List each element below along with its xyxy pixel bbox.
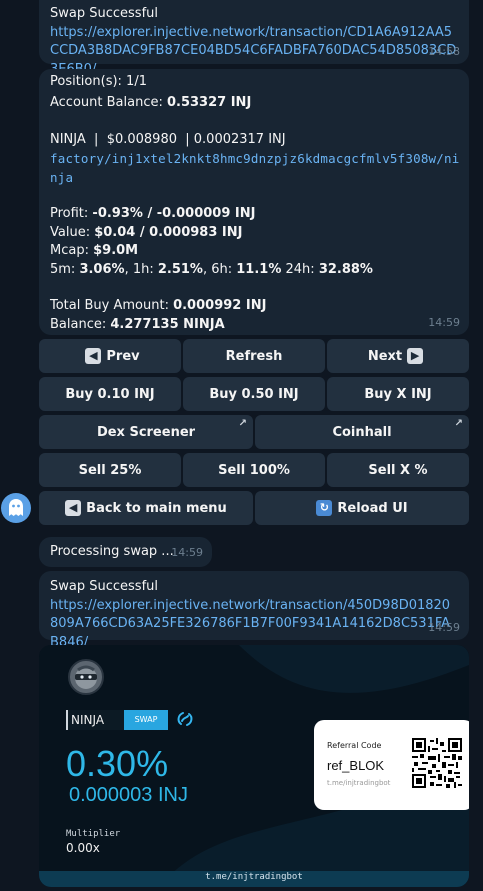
coinhall-button[interactable]: Coinhall ↗ [255,415,469,449]
prev-button[interactable]: ◀ Prev [39,339,181,373]
value-line: Value: $0.04 / 0.000983 INJ [50,224,243,240]
multiplier-label: Multiplier [66,829,121,839]
ninja-icon [75,665,97,689]
positions-line: Position(s): 1/1 [50,74,147,89]
card-footer-link: t.me/injtradingbot [205,872,303,882]
arrow-right-icon: ▶ [407,348,424,364]
message-time: 14:59 [428,620,460,634]
referral-link: t.me/injtradingbot [327,779,391,787]
bot-avatar[interactable] [1,493,31,523]
message-time: 14:59 [171,545,203,559]
refresh-button[interactable]: Refresh [183,339,325,373]
pnl-card-image[interactable]: NINJA SWAP 0.30% 0.000003 INJ Multiplier… [39,645,469,887]
price-change-line: 5m: 3.06%, 1h: 2.51%, 6h: 11.1% 24h: 32.… [50,261,373,277]
referral-card: Referral Code ref_BLOK t.me/injtradingbo… [314,720,469,810]
external-link-icon: ↗ [238,418,247,429]
sell-x-button[interactable]: Sell X % [327,453,469,487]
message-time: 14:58 [428,44,460,58]
reload-ui-button[interactable]: ↻ Reload UI [255,491,469,525]
token-address[interactable]: factory/inj1xtel2knkt8hmc9dnzpjz6kdmacgc… [50,149,462,187]
multiplier-value: 0.00x [66,841,100,855]
buy-010-button[interactable]: Buy 0.10 INJ [39,377,181,411]
reload-icon: ↻ [316,500,333,516]
mcap-line: Mcap: $9.0M [50,243,139,258]
external-link-icon: ↗ [454,418,463,429]
token-tag: NINJA [66,710,124,730]
message-position-info: Position(s): 1/1 Account Balance: 0.5332… [39,69,469,335]
token-line: NINJA | $0.008980 | 0.0002317 INJ [50,131,286,147]
profit-line: Profit: -0.93% / -0.000009 INJ [50,206,256,221]
sell-25-button[interactable]: Sell 25% [39,453,181,487]
processing-text: Processing swap ... [50,544,174,559]
message-title: Swap Successful [50,6,158,21]
message-swap-successful-1: Swap Successful https://explorer.injecti… [39,0,469,77]
transaction-link[interactable]: https://explorer.injective.network/trans… [50,598,450,650]
ninja-logo [68,659,104,695]
buy-x-button[interactable]: Buy X INJ [327,377,469,411]
injective-logo-icon [175,709,195,729]
pnl-percent: 0.30% [66,743,169,784]
arrow-left-icon: ◀ [65,500,82,516]
buy-050-button[interactable]: Buy 0.50 INJ [183,377,325,411]
referral-code: ref_BLOK [327,758,385,773]
next-button[interactable]: Next ▶ [327,339,469,373]
qr-code [412,738,462,788]
arrow-left-icon: ◀ [85,348,102,364]
back-to-main-menu-button[interactable]: ◀ Back to main menu [39,491,253,525]
pnl-amount: 0.000003 INJ [69,784,188,806]
message-time: 14:59 [428,315,460,329]
inline-keyboard: ◀ Prev Refresh Next ▶ Buy 0.10 INJ Buy 0.5… [39,339,469,527]
message-title: Swap Successful [50,579,158,594]
message-processing: Processing swap ... 14:59 [39,537,212,567]
dex-screener-button[interactable]: Dex Screener ↗ [39,415,253,449]
total-buy-line: Total Buy Amount: 0.000992 INJ [50,298,267,313]
token-balance-line: Balance: 4.277135 NINJA [50,316,225,332]
message-swap-successful-2: Swap Successful https://explorer.injecti… [39,571,469,650]
sell-100-button[interactable]: Sell 100% [183,453,325,487]
ghost-icon [9,499,23,516]
swap-tag: SWAP [124,710,168,730]
account-balance-line: Account Balance: 0.53327 INJ [50,95,252,110]
referral-label: Referral Code [327,741,382,750]
